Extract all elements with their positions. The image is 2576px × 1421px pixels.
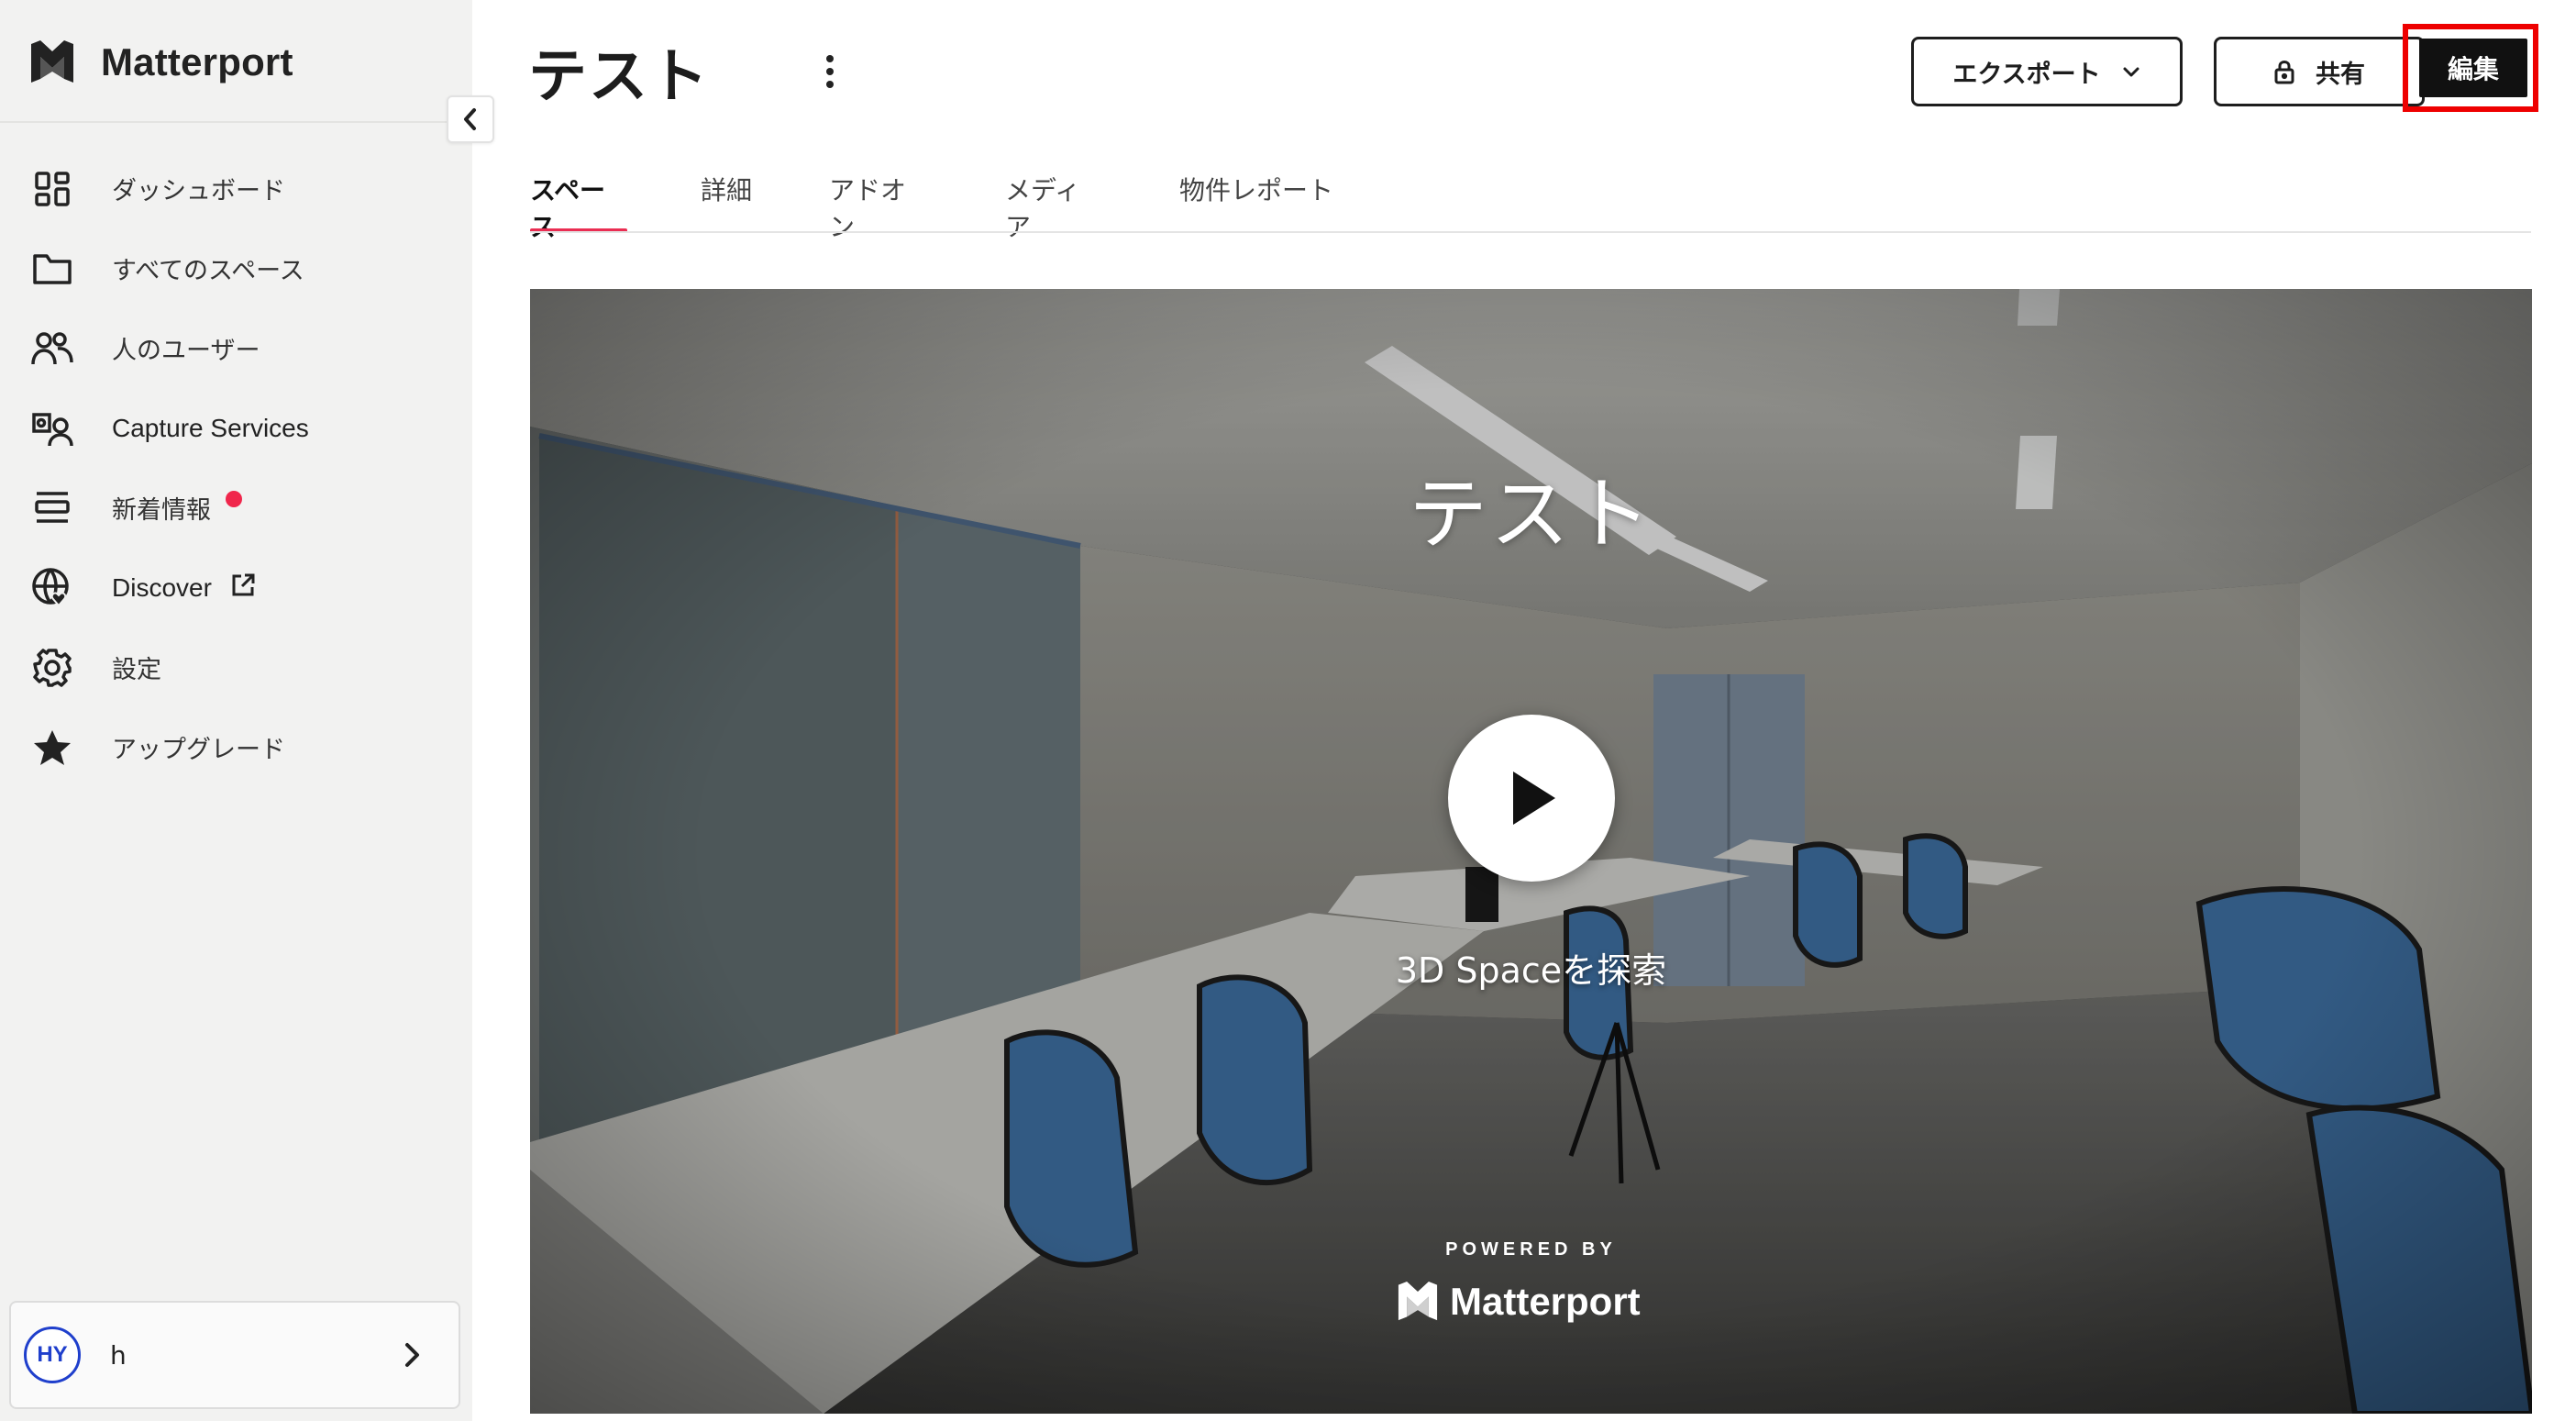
tab-addons[interactable]: アドオン [829, 165, 930, 242]
gear-icon [31, 647, 73, 689]
whats-new-icon [31, 487, 73, 529]
brand-logo[interactable]: Matterport [29, 35, 293, 90]
powered-by-logo: Matterport [1397, 1276, 1641, 1327]
sidebar-item-discover[interactable]: Discover [0, 548, 472, 627]
sidebar-item-label: Discover [112, 572, 212, 602]
tab-spaces[interactable]: スペース [530, 165, 627, 242]
play-icon [1513, 772, 1555, 825]
matterport-logo-icon [31, 40, 73, 83]
sidebar-item-label: ダッシュボード [112, 177, 285, 205]
folder-icon [31, 248, 73, 290]
sidebar-item-label: 設定 [112, 656, 161, 684]
share-button-label: 共有 [2316, 60, 2365, 89]
external-link-icon [232, 573, 255, 595]
sidebar: Matterport ダッシュボード すべてのスペース 人のユーザー Captu… [0, 0, 472, 1421]
sidebar-divider [0, 121, 472, 123]
sidebar-item-users[interactable]: 人のユーザー [0, 308, 472, 388]
star-icon [31, 727, 73, 769]
users-icon [31, 327, 73, 370]
powered-by-label: POWERED BY [1445, 1239, 1617, 1260]
matterport-logo-icon [1398, 1282, 1438, 1321]
capture-services-icon [31, 407, 73, 450]
sidebar-item-label: 新着情報 [112, 496, 211, 525]
chevron-right-icon [394, 1337, 431, 1373]
chevron-down-icon [2123, 67, 2139, 77]
collapse-sidebar-button[interactable] [447, 95, 494, 143]
globe-heart-icon [31, 567, 73, 609]
space-title-overlay: テスト [1409, 469, 1653, 561]
share-button[interactable]: 共有 [2214, 37, 2425, 106]
page-title: テスト [528, 43, 710, 111]
tab-media[interactable]: メディア [1005, 165, 1106, 242]
tab-bar: スペース 詳細 アドオン メディア 物件レポート [530, 165, 1335, 242]
sidebar-item-whats-new[interactable]: 新着情報 [0, 468, 472, 548]
edit-button-label: 編集 [2447, 54, 2499, 84]
sidebar-item-label: Capture Services [112, 413, 309, 442]
avatar: HY [24, 1327, 81, 1383]
sidebar-item-settings[interactable]: 設定 [0, 627, 472, 707]
notification-dot [226, 490, 242, 507]
sidebar-item-all-spaces[interactable]: すべてのスペース [0, 228, 472, 308]
powered-by-brand: Matterport [1450, 1280, 1641, 1323]
more-options-icon[interactable] [816, 53, 844, 90]
user-menu[interactable]: HY h [9, 1301, 460, 1409]
export-button-label: エクスポート [1952, 60, 2101, 89]
sidebar-item-label: アップグレード [112, 736, 285, 764]
space-viewer[interactable]: テスト 3D Spaceを探索 POWERED BY Matterport [530, 289, 2532, 1414]
sidebar-item-label: 人のユーザー [112, 337, 260, 365]
tab-divider [530, 231, 2531, 233]
tab-property-report[interactable]: 物件レポート [1179, 165, 1335, 233]
sidebar-item-upgrade[interactable]: アップグレード [0, 707, 472, 787]
tab-details[interactable]: 詳細 [701, 165, 756, 233]
export-button[interactable]: エクスポート [1911, 37, 2183, 106]
edit-button[interactable]: 編集 [2419, 39, 2527, 97]
user-name: h [110, 1339, 127, 1371]
sidebar-item-label: すべてのスペース [112, 257, 304, 285]
explore-space-link[interactable]: 3D Spaceを探索 [530, 942, 2532, 993]
dashboard-icon [31, 168, 73, 210]
sidebar-item-capture-services[interactable]: Capture Services [0, 388, 472, 468]
lock-icon [2274, 61, 2294, 84]
brand-name: Matterport [101, 40, 293, 83]
sidebar-item-dashboard[interactable]: ダッシュボード [0, 149, 472, 228]
play-button[interactable] [1448, 715, 1615, 882]
sidebar-nav: ダッシュボード すべてのスペース 人のユーザー Capture Services… [0, 149, 472, 787]
chevron-left-icon [464, 108, 476, 130]
